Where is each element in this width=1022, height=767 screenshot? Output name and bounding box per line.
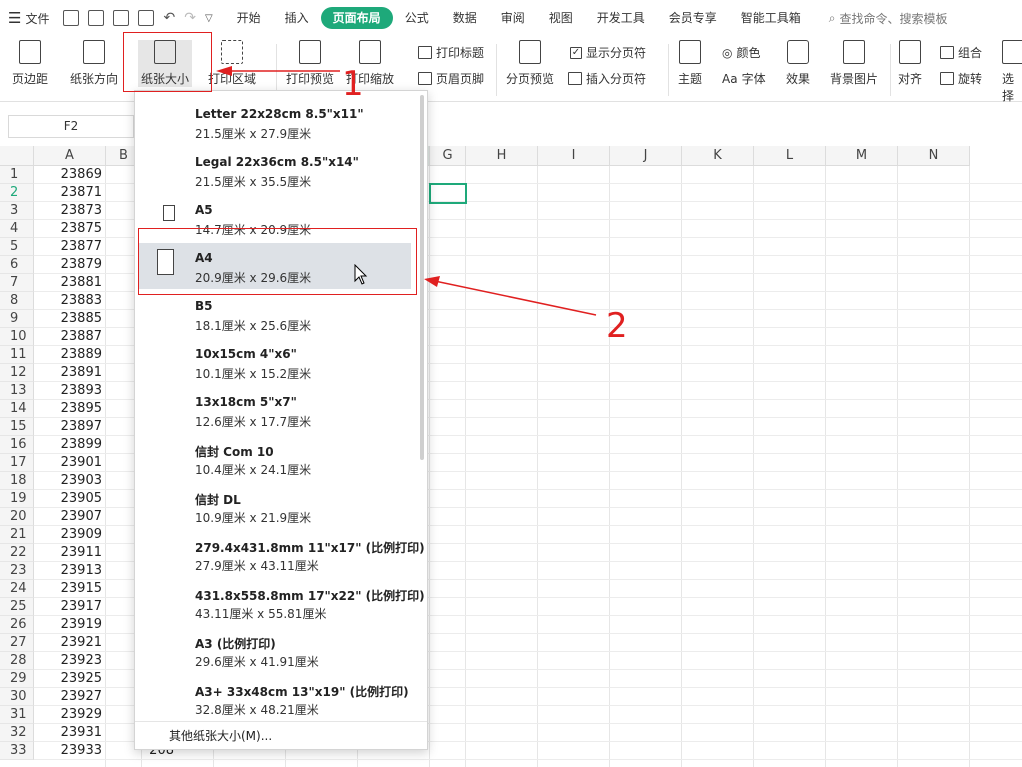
- annotation-arrow-line-2: [429, 279, 597, 316]
- annotation-arrows: [216, 66, 597, 316]
- mouse-cursor-icon: [354, 264, 368, 285]
- annotation-arrowhead-1: [216, 66, 232, 76]
- annotation-step-2: 2: [606, 306, 628, 346]
- spreadsheet-app: { "menubar": { "file": "文件", "tabs": ["开…: [0, 0, 1022, 767]
- annotation-step-1: 1: [342, 64, 364, 104]
- annotation-arrowhead-2: [424, 276, 440, 287]
